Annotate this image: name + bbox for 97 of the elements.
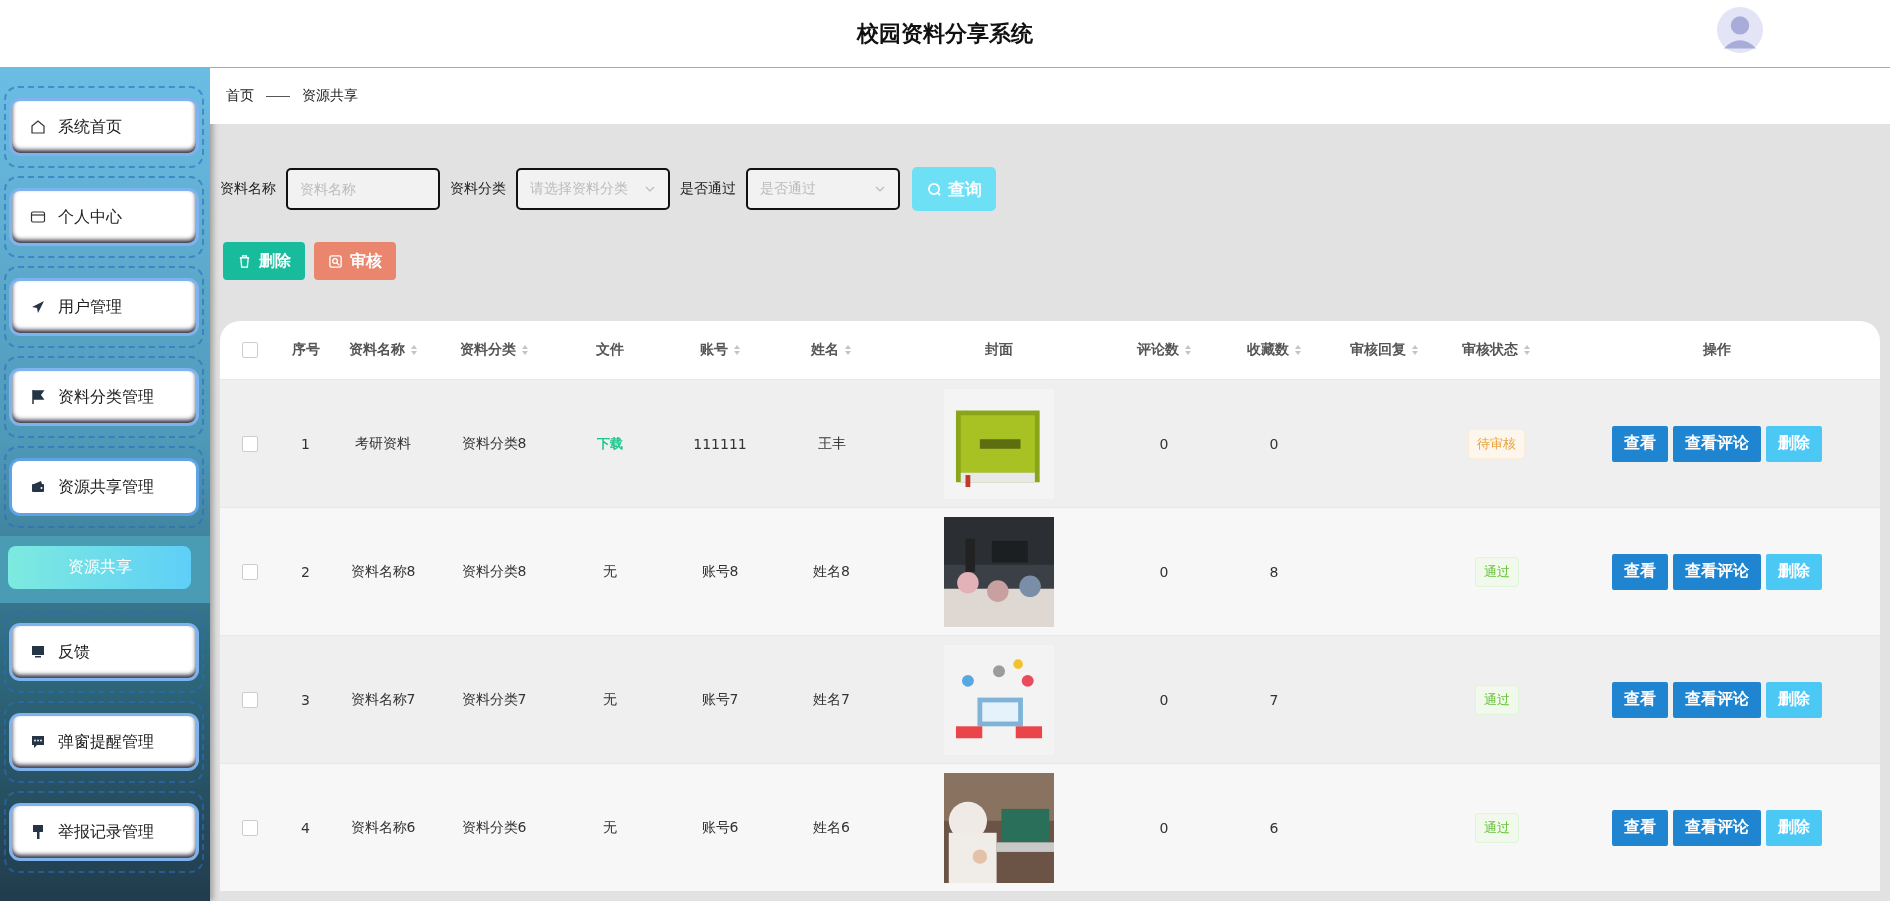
table-cell: 0 <box>1269 435 1279 452</box>
breadcrumb-link[interactable]: 首页 <box>226 87 254 105</box>
status-tag: 通过 <box>1474 684 1519 715</box>
table-cell: 考研资料 <box>355 434 411 453</box>
table-cell: 0 <box>1159 435 1169 452</box>
sort-icon[interactable] <box>732 344 741 356</box>
field-label: 是否通过 <box>680 180 736 198</box>
monitor-icon <box>30 644 46 660</box>
chat-bubble-icon <box>30 734 46 750</box>
checkbox[interactable] <box>241 819 258 836</box>
menu-item[interactable]: 资料分类管理 <box>12 371 196 423</box>
table-cell: 8 <box>1269 563 1279 580</box>
breadcrumb-separator <box>266 95 290 97</box>
column-header: 序号 <box>291 341 320 359</box>
table-cell: 1 <box>301 435 310 452</box>
column-header: 收藏数 <box>1246 341 1289 359</box>
sort-icon[interactable] <box>1183 344 1192 356</box>
table-cell: 无 <box>603 818 617 837</box>
column-header: 资料分类 <box>459 341 516 359</box>
table-cell: 2 <box>301 563 310 580</box>
status-tag: 待审核 <box>1468 428 1525 459</box>
menu-item[interactable]: 用户管理 <box>12 281 196 333</box>
view-button[interactable]: 查看 <box>1611 681 1668 718</box>
field-label: 资料名称 <box>220 180 276 198</box>
column-header: 操作 <box>1702 341 1731 359</box>
home-icon <box>30 119 46 135</box>
sort-icon[interactable] <box>409 344 418 356</box>
column-header: 文件 <box>596 341 624 359</box>
table-cell: 111111 <box>693 435 747 452</box>
table-cell: 资料分类8 <box>461 434 527 453</box>
avatar-icon[interactable] <box>1717 7 1763 53</box>
delete-button[interactable]: 删除 <box>223 242 305 280</box>
magnifier-icon <box>328 253 343 269</box>
table-cell: 无 <box>603 690 617 709</box>
table-cell: 账号8 <box>701 562 739 581</box>
comments-button[interactable]: 查看评论 <box>1672 425 1761 462</box>
table-cell: 姓名6 <box>813 818 850 837</box>
search-icon <box>926 181 942 197</box>
status-tag: 通过 <box>1474 556 1519 587</box>
table-cell: 无 <box>603 562 617 581</box>
table-cell: 6 <box>1269 819 1279 836</box>
sort-icon[interactable] <box>844 344 852 356</box>
table-cell: 资料名称6 <box>350 818 416 837</box>
app-title: 校园资料分享系统 <box>857 19 1033 48</box>
menu-item[interactable]: 反馈 <box>12 626 196 678</box>
table-cell: 账号6 <box>701 818 739 837</box>
status-tag: 通过 <box>1474 812 1519 843</box>
comments-button[interactable]: 查看评论 <box>1672 553 1761 590</box>
menu-item[interactable]: 举报记录管理 <box>12 806 196 858</box>
column-header: 资料名称 <box>348 341 405 359</box>
brush-icon <box>30 824 46 840</box>
table-cell: 3 <box>301 691 310 708</box>
trash-icon <box>237 253 252 269</box>
column-header: 账号 <box>699 341 728 359</box>
column-header: 审核状态 <box>1462 341 1518 359</box>
table-cell: 账号7 <box>701 690 739 709</box>
table-cell: 4 <box>301 819 310 836</box>
table-cell: 0 <box>1159 691 1169 708</box>
table-cell: 资料名称8 <box>350 562 416 581</box>
view-button[interactable]: 查看 <box>1611 425 1668 462</box>
table-cell: 姓名7 <box>813 690 850 709</box>
table-cell: 0 <box>1159 819 1169 836</box>
checkbox[interactable] <box>241 435 258 452</box>
menu-item[interactable]: 弹窗提醒管理 <box>12 716 196 768</box>
review-button[interactable]: 审核 <box>314 242 396 280</box>
breadcrumb-link[interactable]: 资源共享 <box>302 87 358 105</box>
table-cell: 姓名8 <box>813 562 850 581</box>
flag-icon <box>30 389 46 405</box>
checkbox[interactable] <box>241 563 258 580</box>
table-cell: 0 <box>1159 563 1169 580</box>
menu-item[interactable]: 个人中心 <box>12 191 196 243</box>
wallet-icon <box>30 479 46 495</box>
menu-item[interactable]: 资源共享管理 <box>12 461 196 513</box>
sort-icon[interactable] <box>1293 344 1302 356</box>
checkbox[interactable] <box>241 342 258 358</box>
table-cell: 王丰 <box>817 434 846 453</box>
table-cell: 7 <box>1269 691 1279 708</box>
table-cell: 资料分类6 <box>461 818 527 837</box>
comments-button[interactable]: 查看评论 <box>1672 681 1761 718</box>
comments-button[interactable]: 查看评论 <box>1672 809 1761 846</box>
sort-icon[interactable] <box>1410 344 1419 356</box>
sort-icon[interactable] <box>520 344 529 356</box>
card-icon <box>30 209 46 225</box>
table-cell: 资料分类7 <box>461 690 527 709</box>
column-header: 封面 <box>985 341 1013 359</box>
field-label: 资料分类 <box>450 180 506 198</box>
table-cell: 资料名称7 <box>350 690 416 709</box>
column-header: 评论数 <box>1136 341 1179 359</box>
column-header: 审核回复 <box>1349 341 1406 359</box>
checkbox[interactable] <box>241 691 258 708</box>
view-button[interactable]: 查看 <box>1611 809 1668 846</box>
sort-icon[interactable] <box>1523 344 1531 356</box>
table-cell: 资料分类8 <box>461 562 527 581</box>
view-button[interactable]: 查看 <box>1611 553 1668 590</box>
paper-plane-icon <box>30 299 46 315</box>
menu-item[interactable]: 系统首页 <box>12 101 196 153</box>
column-header: 姓名 <box>811 341 839 359</box>
